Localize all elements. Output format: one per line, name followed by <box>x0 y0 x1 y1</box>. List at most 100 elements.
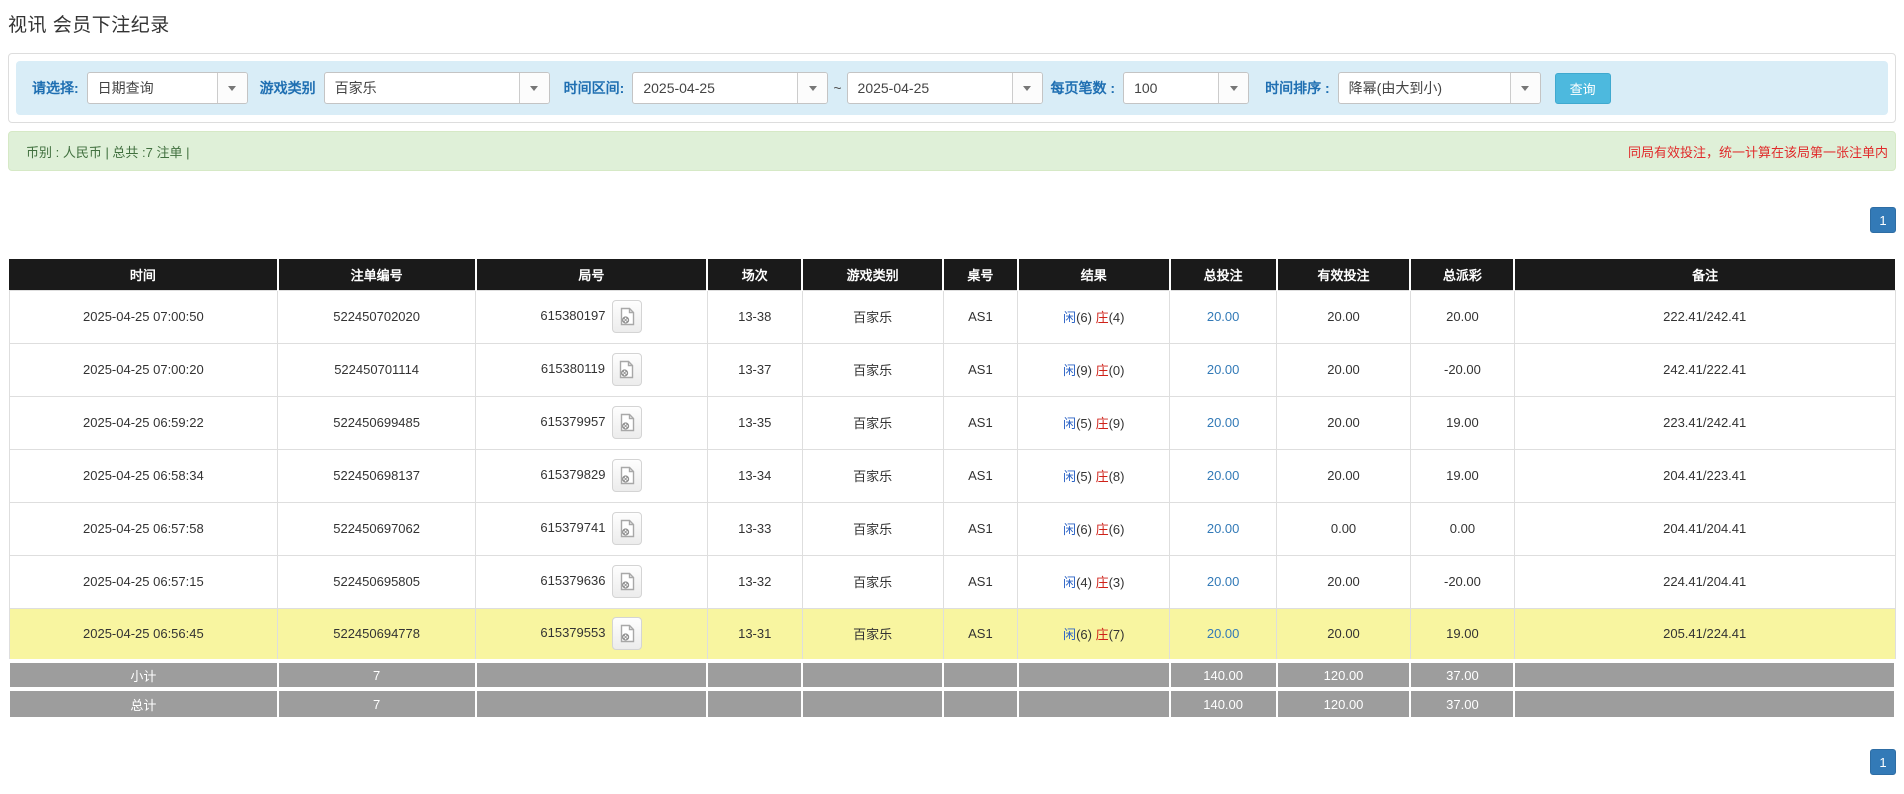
search-button[interactable]: 查询 <box>1554 72 1611 104</box>
pagination-page-1[interactable]: 1 <box>1870 749 1896 775</box>
video-replay-button[interactable] <box>612 565 643 598</box>
banker-result-score: (0) <box>1108 363 1125 378</box>
round-no-text: 615379553 <box>540 625 606 641</box>
cell-session: 13-33 <box>706 501 803 556</box>
cell-round-no: 615379957 <box>475 395 708 450</box>
cell-total-bet: 20.00 <box>1169 448 1278 503</box>
cell-table-no: AS1 <box>942 501 1019 556</box>
cell-result: 闲(9) 庄(0) <box>1017 342 1171 397</box>
cell-total-bet: 20.00 <box>1169 395 1278 450</box>
player-result-label: 闲 <box>1063 575 1077 590</box>
video-record-icon <box>620 360 634 379</box>
date-range-separator: ~ <box>833 80 842 96</box>
cell-valid-bet: 0.00 <box>1276 501 1411 556</box>
page-size-select[interactable]: 100 <box>1123 72 1250 104</box>
cell-session: 13-34 <box>706 448 803 503</box>
video-replay-button[interactable] <box>612 617 643 651</box>
banker-result-score: (4) <box>1108 310 1125 325</box>
cell-bet-no: 522450697062 <box>277 501 477 556</box>
total-row-payout: 37.00 <box>1409 687 1516 717</box>
total-bet-link[interactable]: 20.00 <box>1207 574 1240 589</box>
total-bet-link[interactable]: 20.00 <box>1207 415 1240 430</box>
cell-session: 13-35 <box>706 395 803 450</box>
cell-result: 闲(5) 庄(9) <box>1017 395 1171 450</box>
total-bet-link[interactable]: 20.00 <box>1207 468 1240 483</box>
subtotal-row-empty <box>706 659 804 689</box>
total-row-empty <box>942 687 1019 717</box>
column-header-col-session: 场次 <box>707 259 804 290</box>
cell-table-no: AS1 <box>942 554 1019 609</box>
summary-bar: 币别 : 人民币 | 总共 :7 注单 | 同局有效投注，统一计算在该局第一张注… <box>8 131 1896 171</box>
cell-bet-no: 522450699485 <box>277 395 477 450</box>
currency-total-text: 币别 : 人民币 | 总共 :7 注单 | <box>26 144 190 160</box>
game-category-select[interactable]: 百家乐 <box>323 72 550 104</box>
video-replay-button[interactable] <box>612 459 643 492</box>
video-replay-button[interactable] <box>612 512 643 545</box>
cell-round-no: 615379829 <box>475 448 708 503</box>
cell-time: 2025-04-25 06:59:22 <box>8 395 279 450</box>
video-record-icon <box>620 466 635 485</box>
banker-result-score: (8) <box>1108 469 1125 484</box>
video-record-icon <box>620 572 635 591</box>
cell-payout: -20.00 <box>1409 554 1515 609</box>
cell-total-bet: 20.00 <box>1169 289 1278 344</box>
cell-game-type: 百家乐 <box>801 289 944 344</box>
cell-game-type: 百家乐 <box>801 448 944 503</box>
cell-table-no: AS1 <box>942 289 1019 344</box>
banker-result-score: (9) <box>1108 416 1125 431</box>
total-bet-link[interactable]: 20.00 <box>1207 521 1240 536</box>
page-size-label: 每页笔数 : <box>1050 80 1116 96</box>
video-replay-button[interactable] <box>612 406 643 439</box>
total-bet-link[interactable]: 20.00 <box>1207 626 1240 641</box>
cell-valid-bet: 20.00 <box>1276 342 1411 397</box>
cell-remark: 222.41/242.41 <box>1513 289 1896 344</box>
column-header-col-time: 时间 <box>9 259 279 290</box>
video-replay-button[interactable] <box>611 353 642 386</box>
round-no-text: 615380197 <box>540 307 606 323</box>
cell-payout: 19.00 <box>1409 448 1515 503</box>
date-from-select[interactable]: 2025-04-25 <box>632 72 829 104</box>
player-result-label: 闲 <box>1063 469 1077 484</box>
cell-time: 2025-04-25 06:57:58 <box>8 501 279 556</box>
cell-bet-no: 522450695805 <box>277 554 477 609</box>
cell-total-bet: 20.00 <box>1169 607 1278 662</box>
date-to-value: 2025-04-25 <box>857 80 930 96</box>
cell-payout: 20.00 <box>1409 289 1515 344</box>
player-result-score: (6) <box>1076 522 1096 537</box>
cell-round-no: 615379553 <box>475 607 708 662</box>
column-header-col-total-bet: 总投注 <box>1169 259 1278 290</box>
round-no-text: 615379957 <box>540 413 606 429</box>
cell-valid-bet: 20.00 <box>1276 607 1411 662</box>
total-bet-link[interactable]: 20.00 <box>1207 362 1240 377</box>
date-to-select[interactable]: 2025-04-25 <box>846 72 1043 104</box>
cell-remark: 205.41/224.41 <box>1513 607 1896 662</box>
table-header: 时间 注单编号 局号 场次 游戏类别 桌号 结果 总投注 有效投注 总派彩 备注 <box>9 259 1895 290</box>
cell-bet-no: 522450701114 <box>277 342 477 397</box>
subtotal-row-remark <box>1513 659 1896 689</box>
player-result-score: (9) <box>1076 363 1096 378</box>
pagination-top: 1 <box>8 207 1896 233</box>
time-sort-select[interactable]: 降幂(由大到小) <box>1337 72 1541 104</box>
cell-bet-no: 522450702020 <box>277 289 477 344</box>
pagination-page-1[interactable]: 1 <box>1870 207 1896 233</box>
page-title: 视讯 会员下注纪录 <box>8 15 170 36</box>
total-row-empty <box>474 687 709 717</box>
video-replay-button[interactable] <box>612 300 643 333</box>
player-result-score: (4) <box>1076 575 1096 590</box>
subtotal-row-count: 7 <box>276 659 477 689</box>
time-sort-label: 时间排序 : <box>1265 80 1330 96</box>
cell-remark: 204.41/223.41 <box>1513 448 1896 503</box>
cell-remark: 204.41/204.41 <box>1513 501 1896 556</box>
table-row: 2025-04-25 06:56:45 522450694778 615379553… <box>8 607 1896 662</box>
cell-total-bet: 20.00 <box>1169 501 1278 556</box>
subtotal-row-valid-bet: 120.00 <box>1275 659 1412 689</box>
table-row: 2025-04-25 06:57:58 522450697062 615379741… <box>8 501 1896 556</box>
subtotal-row-empty <box>942 659 1019 689</box>
total-bet-link[interactable]: 20.00 <box>1207 309 1240 324</box>
table-row: 2025-04-25 06:58:34 522450698137 615379829… <box>8 448 1896 503</box>
valid-bet-notice-text: 同局有效投注，统一计算在该局第一张注单内 <box>1627 144 1888 160</box>
column-header-col-result: 结果 <box>1017 259 1171 290</box>
total-row-total-bet: 140.00 <box>1168 687 1278 717</box>
query-type-select[interactable]: 日期查询 <box>86 72 248 104</box>
chevron-down-icon <box>1509 73 1540 103</box>
